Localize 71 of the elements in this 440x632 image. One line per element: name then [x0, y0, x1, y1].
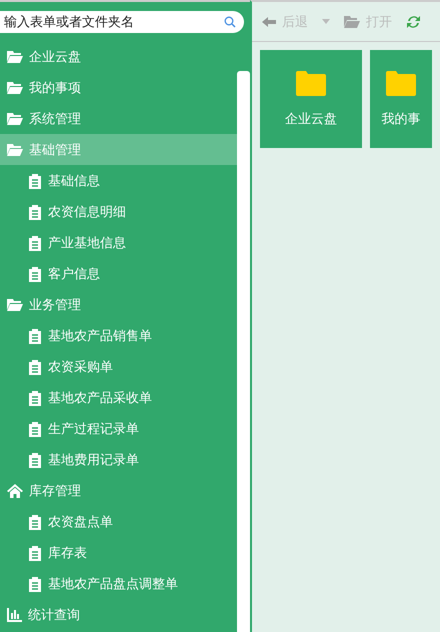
tile-label: 企业云盘 — [285, 110, 337, 128]
sidebar-item-label: 统计查询 — [28, 606, 80, 624]
folder-icon — [386, 70, 416, 96]
sidebar-item[interactable]: 系统管理 — [0, 103, 237, 134]
clipboard-icon — [28, 576, 42, 592]
refresh-icon — [406, 14, 421, 28]
sidebar-item-label: 企业云盘 — [29, 48, 81, 66]
clipboard-icon — [28, 390, 42, 406]
sidebar-item-label: 系统管理 — [29, 110, 81, 128]
clipboard-icon — [28, 358, 42, 374]
sidebar-item[interactable]: 基础信息 — [0, 165, 237, 196]
sidebar-item[interactable]: 基地费用记录单 — [0, 444, 237, 475]
clipboard-icon — [28, 172, 42, 188]
folder-tile[interactable]: 企业云盘 — [260, 50, 362, 148]
clipboard-icon — [28, 266, 42, 282]
refresh-button[interactable] — [406, 14, 421, 28]
sidebar-item[interactable]: 基础管理 — [0, 134, 237, 165]
clipboard-icon — [28, 328, 42, 344]
sidebar-item-label: 农资盘点单 — [48, 514, 113, 530]
sidebar-item[interactable]: 基地农产品销售单 — [0, 320, 237, 351]
sidebar-item[interactable]: 库存表 — [0, 537, 237, 568]
clipboard-icon — [28, 544, 42, 560]
clipboard-icon — [28, 514, 42, 530]
folder-icon — [296, 70, 326, 96]
sidebar-item[interactable]: 统计查询 — [0, 599, 237, 630]
sidebar-item-label: 基地农产品采收单 — [48, 390, 152, 406]
sidebar-item-label: 库存表 — [48, 544, 87, 562]
scrollbar[interactable] — [237, 71, 250, 632]
sidebar-item-label: 农资采购单 — [48, 358, 113, 376]
sidebar-item[interactable]: 库存管理 — [0, 475, 237, 506]
sidebar-item[interactable]: 产业基地信息 — [0, 227, 237, 258]
folder-tile[interactable]: 我的事 — [370, 50, 432, 148]
sidebar-item-label: 产业基地信息 — [48, 234, 126, 252]
sidebar-item[interactable]: 企业云盘 — [0, 41, 237, 72]
folder-icon — [7, 298, 23, 311]
sidebar-item[interactable]: 基地农产品采收单 — [0, 382, 237, 413]
sidebar-item-label: 库存管理 — [29, 482, 81, 500]
caret-icon[interactable] — [322, 19, 330, 24]
sidebar-item[interactable]: 生产过程记录单 — [0, 413, 237, 444]
clipboard-icon — [28, 234, 42, 250]
sidebar-item-label: 我的事项 — [29, 80, 81, 96]
sidebar-item[interactable]: 农资采购单 — [0, 351, 237, 382]
sidebar-item-label: 业务管理 — [29, 296, 81, 314]
clipboard-icon — [28, 420, 42, 436]
sidebar-item-label: 基地费用记录单 — [48, 452, 139, 468]
sidebar-item[interactable]: 基地农产品盘点调整单 — [0, 568, 237, 599]
search-icon — [224, 16, 236, 28]
folder-icon — [7, 50, 23, 63]
sidebar-item-label: 生产过程记录单 — [48, 420, 139, 438]
home-icon — [7, 484, 23, 498]
sidebar-item-label: 基础信息 — [48, 172, 100, 190]
sidebar-item[interactable]: 客户信息 — [0, 258, 237, 289]
sidebar-item-label: 基地农产品销售单 — [48, 328, 152, 344]
folder-icon — [7, 143, 23, 156]
sidebar-item-label: 客户信息 — [48, 266, 100, 282]
sidebar-item-label: 农资信息明细 — [48, 204, 126, 220]
left-arrow-icon — [262, 16, 276, 26]
sidebar-item[interactable]: 农资信息明细 — [0, 196, 237, 227]
sidebar-item[interactable]: 我的事项 — [0, 72, 237, 103]
clipboard-icon — [28, 452, 42, 468]
search-bar[interactable]: 输入表单或者文件夹名 — [0, 11, 244, 33]
clipboard-icon — [28, 204, 42, 220]
bar-chart-icon — [7, 608, 22, 622]
sidebar-item-label: 基础管理 — [29, 142, 81, 158]
tile-label: 我的事 — [382, 110, 420, 128]
sidebar-item[interactable]: 农资盘点单 — [0, 506, 237, 537]
sidebar-item[interactable]: 业务管理 — [0, 289, 237, 320]
folder-icon — [7, 112, 23, 125]
sidebar-item-label: 基地农产品盘点调整单 — [48, 576, 178, 592]
folder-icon — [344, 15, 360, 28]
folder-icon — [7, 81, 23, 94]
